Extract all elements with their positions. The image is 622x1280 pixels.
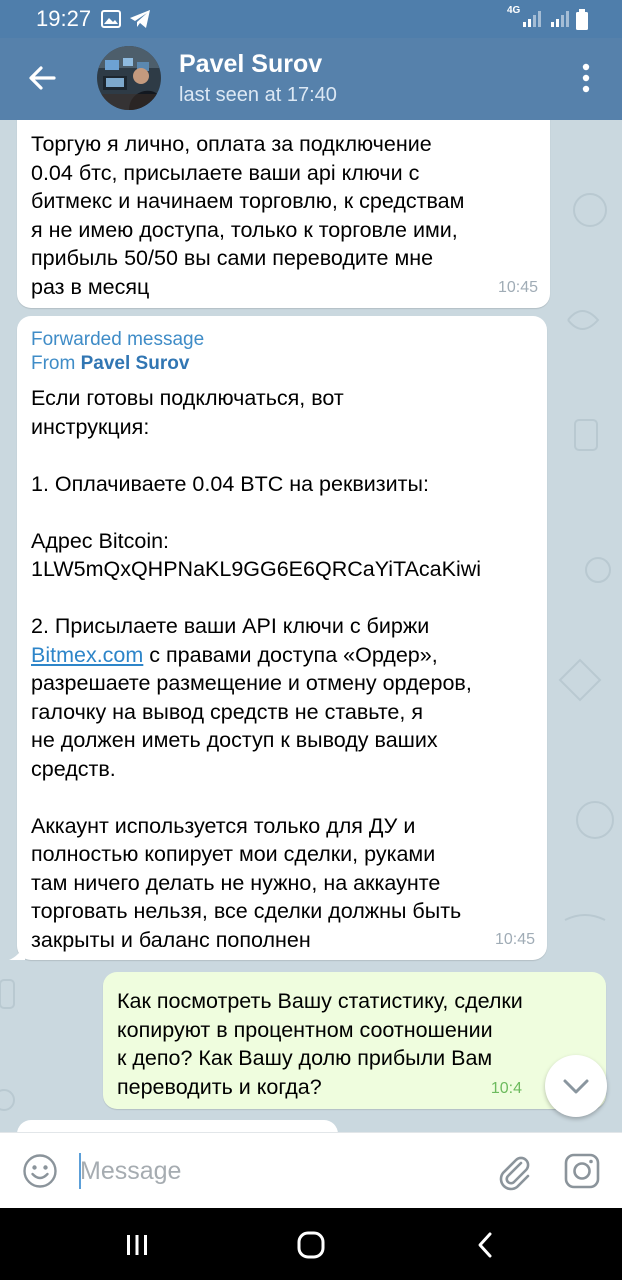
forwarded-message[interactable]: Forwarded message From Pavel Surov Если … — [9, 316, 547, 960]
network-type: 4G — [507, 5, 521, 16]
emoji-icon[interactable] — [22, 1153, 58, 1189]
forwarded-from-prefix: From — [31, 353, 76, 374]
telegram-icon — [130, 10, 150, 28]
status-bar: 19:27 4G — [0, 0, 622, 38]
gallery-icon — [101, 10, 121, 28]
battery-icon — [576, 9, 588, 30]
forwarded-from[interactable]: From Pavel Surov — [31, 352, 533, 376]
message-text: Торгую я лично, оплата за подключение 0.… — [31, 132, 465, 299]
signal-icon — [551, 11, 569, 27]
message-text-part2: с правами доступа «Ордер», разрешаете ра… — [31, 642, 472, 952]
home-icon[interactable] — [296, 1230, 326, 1260]
avatar[interactable] — [97, 46, 161, 110]
contact-name[interactable]: Pavel Surov — [179, 50, 322, 79]
back-arrow-icon[interactable] — [22, 58, 62, 98]
scroll-to-bottom-button[interactable] — [545, 1055, 607, 1117]
message-text-part1: Если готовы подключаться, вот инструкция… — [31, 386, 482, 638]
system-nav-bar — [0, 1208, 622, 1280]
bitmex-link[interactable]: Bitmex.com — [31, 643, 143, 667]
more-vertical-icon[interactable] — [574, 60, 598, 96]
message-time: 10:45 — [497, 278, 538, 296]
camera-icon[interactable] — [563, 1152, 601, 1190]
message-time: 10:45 — [494, 930, 535, 948]
message-text: Если готовы подключаться, вот инструкция… — [31, 384, 533, 954]
message-composer — [0, 1132, 622, 1208]
recent-apps-icon[interactable] — [122, 1230, 152, 1260]
paperclip-icon[interactable] — [494, 1151, 534, 1191]
chat-header: Pavel Surov last seen at 17:40 — [0, 38, 622, 120]
status-time: 19:27 — [36, 6, 92, 31]
outgoing-message[interactable]: Как посмотреть Вашу статистику, сделки к… — [103, 972, 606, 1109]
chevron-down-icon — [563, 1079, 589, 1094]
last-seen-status: last seen at 17:40 — [179, 84, 337, 106]
message-time: 10:4 — [490, 1079, 522, 1097]
signal-icon — [523, 11, 541, 27]
back-icon[interactable] — [471, 1230, 501, 1260]
bubble-tail — [9, 944, 25, 960]
forwarded-from-name[interactable]: Pavel Surov — [81, 353, 190, 374]
forwarded-label: Forwarded message — [31, 329, 205, 350]
incoming-message-partial[interactable] — [17, 1120, 338, 1132]
message-list[interactable]: Торгую я лично, оплата за подключение 0.… — [0, 120, 622, 1132]
incoming-message[interactable]: Торгую я лично, оплата за подключение 0.… — [17, 120, 550, 308]
message-input[interactable] — [80, 1151, 480, 1191]
